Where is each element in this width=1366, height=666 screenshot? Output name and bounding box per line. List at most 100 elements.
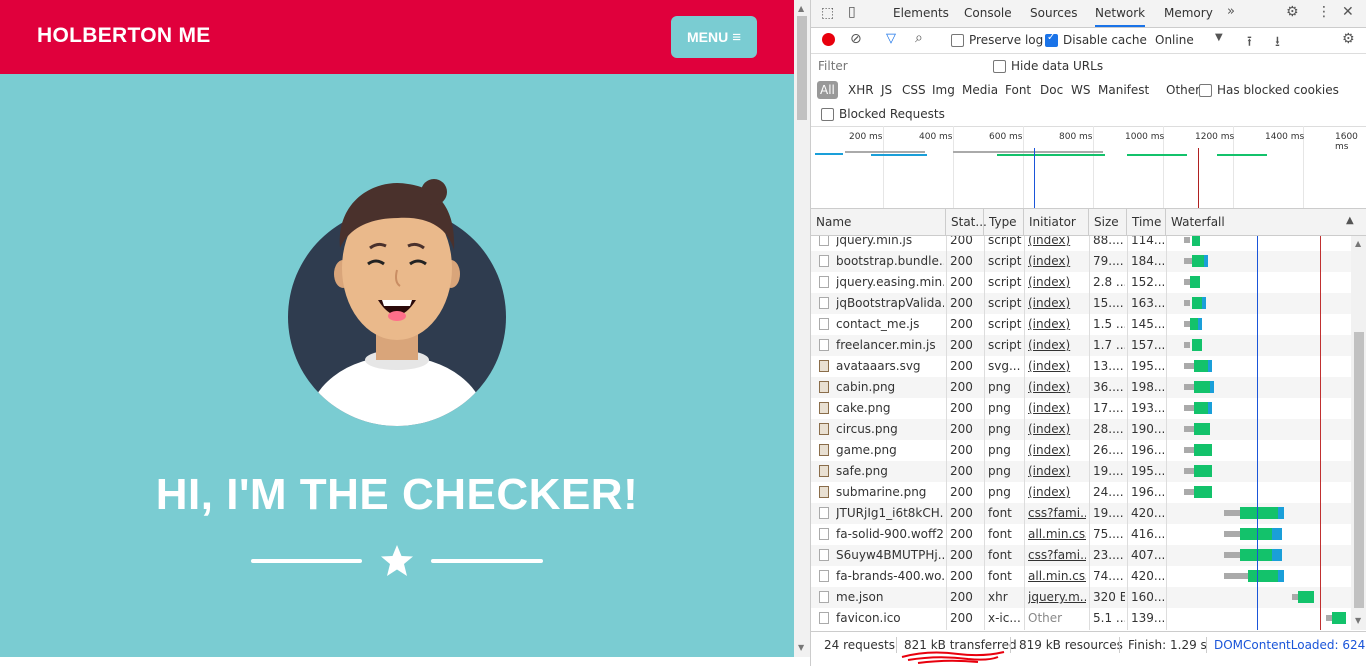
scroll-down-icon[interactable]: ▼ [798, 643, 804, 652]
request-initiator[interactable]: (index) [1028, 272, 1086, 293]
request-initiator[interactable]: (index) [1028, 482, 1086, 503]
table-row[interactable]: bootstrap.bundle.... 200 script (index) 79..… [811, 251, 1351, 272]
type-filter-font[interactable]: Font [1005, 83, 1031, 97]
request-initiator[interactable]: (index) [1028, 293, 1086, 314]
column-type[interactable]: Type [984, 209, 1024, 235]
disable-cache-checkbox[interactable] [1045, 32, 1058, 47]
column-name[interactable]: Name [811, 209, 946, 235]
table-row[interactable]: jqBootstrapValida... 200 script (index) 15..… [811, 293, 1351, 314]
request-initiator[interactable]: (index) [1028, 419, 1086, 440]
column-status[interactable]: Stat... [946, 209, 987, 235]
request-initiator[interactable]: (index) [1028, 398, 1086, 419]
overview-tick: 1000 ms [1125, 132, 1165, 142]
type-filter-media[interactable]: Media [962, 83, 998, 97]
column-size[interactable]: Size [1089, 209, 1127, 235]
more-tabs-icon[interactable]: » [1227, 4, 1235, 19]
table-row[interactable]: JTURjIg1_i6t8kCH... 200 font css?fami... 19.… [811, 503, 1351, 524]
chevron-down-icon[interactable]: ▼ [1215, 32, 1223, 43]
page-scroll-thumb[interactable] [797, 16, 807, 120]
record-icon[interactable] [822, 33, 835, 46]
table-row[interactable]: jquery.easing.min.js 200 script (index) 2.8 … [811, 272, 1351, 293]
table-row[interactable]: submarine.png 200 png (index) 24.... 196... [811, 482, 1351, 503]
table-row[interactable]: jquery.min.js 200 script (index) 88.... 114..… [811, 236, 1351, 251]
type-filter-css[interactable]: CSS [902, 83, 926, 97]
request-initiator[interactable]: (index) [1028, 335, 1086, 356]
close-icon[interactable]: ✕ [1342, 4, 1354, 20]
table-row[interactable]: me.json 200 xhr jquery.m... 320 B 160... [811, 587, 1351, 608]
request-initiator[interactable]: (index) [1028, 236, 1086, 251]
menu-button[interactable]: MENU ≡ [671, 16, 757, 58]
scroll-down-icon[interactable]: ▼ [1355, 616, 1361, 625]
more-options-icon[interactable]: ⋮ [1317, 4, 1331, 20]
request-initiator[interactable]: all.min.css [1028, 524, 1086, 545]
tab-memory[interactable]: Memory [1164, 0, 1213, 27]
waterfall-bar [1184, 237, 1190, 243]
scroll-up-icon[interactable]: ▲ [1355, 239, 1361, 248]
table-row[interactable]: contact_me.js 200 script (index) 1.5 ... 145.… [811, 314, 1351, 335]
table-scrollbar[interactable]: ▲ ▼ [1351, 236, 1366, 630]
table-row[interactable]: circus.png 200 png (index) 28.... 190... [811, 419, 1351, 440]
request-initiator[interactable]: all.min.css [1028, 566, 1086, 587]
column-waterfall[interactable]: Waterfall [1166, 209, 1366, 235]
device-toolbar-icon[interactable]: ▯ [848, 4, 856, 20]
clear-icon[interactable]: ⊘ [850, 31, 862, 47]
request-initiator[interactable]: (index) [1028, 251, 1086, 272]
settings-gear-icon[interactable]: ⚙ [1286, 4, 1299, 20]
type-filter-js[interactable]: JS [881, 83, 892, 97]
scroll-up-icon[interactable]: ▲ [798, 4, 804, 13]
type-filter-other[interactable]: Other [1166, 83, 1200, 97]
type-filter-img[interactable]: Img [932, 83, 955, 97]
table-row[interactable]: avataaars.svg 200 svg... (index) 13.... 195..… [811, 356, 1351, 377]
import-har-icon[interactable]: ⭱ [1247, 31, 1252, 55]
request-initiator[interactable]: (index) [1028, 356, 1086, 377]
sort-ascending-icon[interactable]: ▲ [1346, 215, 1354, 226]
tab-console[interactable]: Console [964, 0, 1012, 27]
type-filter-all[interactable]: All [817, 81, 838, 99]
column-time[interactable]: Time [1127, 209, 1166, 235]
tab-elements[interactable]: Elements [893, 0, 949, 27]
export-har-icon[interactable]: ⭳ [1275, 31, 1280, 55]
brand-logo[interactable]: HOLBERTON ME [37, 24, 211, 48]
type-filter-doc[interactable]: Doc [1040, 83, 1063, 97]
waterfall-bar [1198, 318, 1202, 330]
request-initiator: Other [1028, 611, 1063, 625]
request-initiator[interactable]: (index) [1028, 461, 1086, 482]
tab-network[interactable]: Network [1095, 0, 1146, 27]
filter-input[interactable] [816, 57, 982, 74]
table-row[interactable]: fa-brands-400.wo... 200 font all.min.css 74.… [811, 566, 1351, 587]
type-filter-xhr[interactable]: XHR [848, 83, 874, 97]
table-row[interactable]: S6uyw4BMUTPHj... 200 font css?fami... 23....… [811, 545, 1351, 566]
table-row[interactable]: game.png 200 png (index) 26.... 196... [811, 440, 1351, 461]
table-row[interactable]: safe.png 200 png (index) 19.... 195... [811, 461, 1351, 482]
waterfall-bar [1298, 591, 1314, 603]
request-initiator[interactable]: css?fami... [1028, 503, 1086, 524]
table-row[interactable]: freelancer.min.js 200 script (index) 1.7 ...… [811, 335, 1351, 356]
request-initiator[interactable]: (index) [1028, 440, 1086, 461]
request-initiator[interactable]: (index) [1028, 377, 1086, 398]
table-row[interactable]: fa-solid-900.woff2 200 font all.min.css 75..… [811, 524, 1351, 545]
waterfall-bar [1210, 381, 1214, 393]
inspect-element-icon[interactable]: ⬚ [821, 5, 834, 21]
hide-data-urls-checkbox[interactable] [993, 60, 1006, 73]
tab-sources[interactable]: Sources [1030, 0, 1077, 27]
request-initiator[interactable]: css?fami... [1028, 545, 1086, 566]
preserve-log-checkbox[interactable] [951, 34, 964, 47]
blocked-requests-checkbox[interactable] [821, 108, 834, 121]
page-scrollbar[interactable]: ▲ ▼ [794, 0, 810, 657]
filter-icon[interactable]: ▽ [886, 31, 896, 46]
throttle-select[interactable]: Online [1155, 33, 1194, 47]
request-initiator[interactable]: (index) [1028, 314, 1086, 335]
type-filter-manifest[interactable]: Manifest [1098, 83, 1149, 97]
table-row[interactable]: favicon.ico 200 x-ic... Other 5.1 ... 139... [811, 608, 1351, 629]
table-scroll-thumb[interactable] [1354, 332, 1364, 608]
network-overview-timeline[interactable]: 200 ms 400 ms 600 ms 800 ms 1000 ms 1200… [811, 126, 1366, 209]
overview-tick: 600 ms [989, 132, 1023, 142]
search-icon[interactable]: ⌕ [915, 30, 923, 46]
network-settings-icon[interactable]: ⚙ [1342, 31, 1355, 47]
table-row[interactable]: cabin.png 200 png (index) 36.... 198... [811, 377, 1351, 398]
request-initiator[interactable]: jquery.m... [1028, 587, 1086, 608]
has-blocked-cookies-checkbox[interactable] [1199, 84, 1212, 97]
type-filter-ws[interactable]: WS [1071, 83, 1090, 97]
column-initiator[interactable]: Initiator [1024, 209, 1089, 235]
table-row[interactable]: cake.png 200 png (index) 17.... 193... [811, 398, 1351, 419]
